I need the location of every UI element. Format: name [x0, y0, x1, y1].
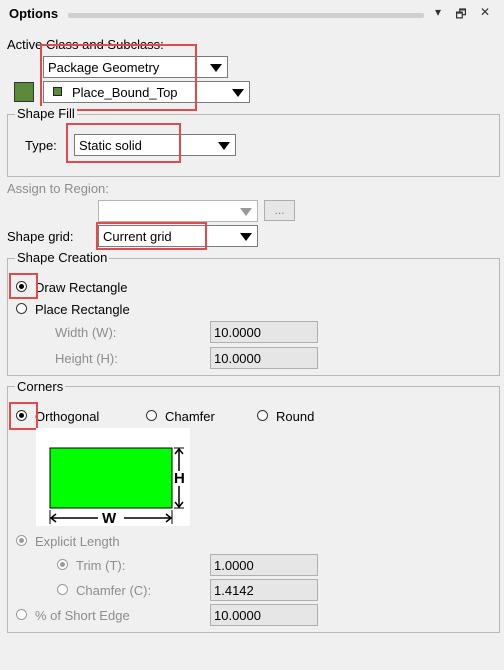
round-radio[interactable]	[257, 410, 268, 421]
width-field[interactable]: 10.0000	[210, 321, 318, 343]
title-drag-bar[interactable]	[68, 13, 424, 18]
short-edge-value: 10.0000	[214, 608, 261, 623]
fill-type-label: Type:	[25, 138, 57, 153]
chamfer-value: 1.4142	[214, 583, 254, 598]
place-rectangle-label[interactable]: Place Rectangle	[35, 302, 130, 317]
highlight-box	[96, 222, 207, 250]
region-browse-button[interactable]: ...	[264, 200, 295, 221]
highlight-box	[9, 273, 38, 299]
trim-value: 1.0000	[214, 558, 254, 573]
pin-icon[interactable]: ▾	[431, 5, 445, 19]
chamfer-field[interactable]: 1.4142	[210, 579, 318, 601]
chevron-down-icon	[240, 208, 252, 216]
explicit-length-label: Explicit Length	[35, 534, 120, 549]
chevron-down-icon	[210, 64, 222, 72]
height-label: Height (H):	[55, 351, 118, 366]
highlight-box	[40, 44, 197, 111]
chamfer-length-radio[interactable]	[57, 584, 68, 595]
orthogonal-label[interactable]: Orthogonal	[35, 409, 99, 424]
height-field[interactable]: 10.0000	[210, 347, 318, 369]
assign-region-label: Assign to Region:	[7, 181, 109, 196]
short-edge-radio[interactable]	[16, 609, 27, 620]
trim-field[interactable]: 1.0000	[210, 554, 318, 576]
subclass-color-swatch[interactable]	[14, 82, 34, 102]
short-edge-field[interactable]: 10.0000	[210, 604, 318, 626]
close-icon[interactable]: ✕	[478, 5, 492, 19]
chamfer-label[interactable]: Chamfer	[165, 409, 215, 424]
chevron-down-icon	[218, 142, 230, 150]
width-value: 10.0000	[214, 325, 261, 340]
highlight-box	[9, 402, 38, 430]
chevron-down-icon	[240, 233, 252, 241]
shape-grid-label: Shape grid:	[7, 229, 74, 244]
width-label: Width (W):	[55, 325, 117, 340]
highlight-box	[66, 123, 181, 163]
trim-label: Trim (T):	[76, 558, 126, 573]
height-value: 10.0000	[214, 351, 261, 366]
draw-rectangle-label[interactable]: Draw Rectangle	[35, 280, 128, 295]
round-label[interactable]: Round	[276, 409, 314, 424]
shape-creation-title: Shape Creation	[15, 250, 110, 265]
short-edge-label: % of Short Edge	[35, 608, 130, 623]
chevron-down-icon	[232, 89, 244, 97]
place-rectangle-radio[interactable]	[16, 303, 27, 314]
height-dimension-label: H	[174, 470, 185, 487]
chamfer-length-label: Chamfer (C):	[76, 583, 152, 598]
trim-radio[interactable]	[57, 559, 68, 570]
width-dimension-label: W	[102, 510, 117, 527]
explicit-length-radio[interactable]	[16, 535, 27, 546]
chamfer-radio[interactable]	[146, 410, 157, 421]
restore-icon[interactable]: 🗗	[454, 5, 468, 26]
region-dropdown[interactable]	[98, 200, 258, 222]
panel-title: Options	[9, 6, 59, 21]
corners-title: Corners	[15, 379, 66, 394]
shape-fill-title: Shape Fill	[15, 106, 77, 121]
